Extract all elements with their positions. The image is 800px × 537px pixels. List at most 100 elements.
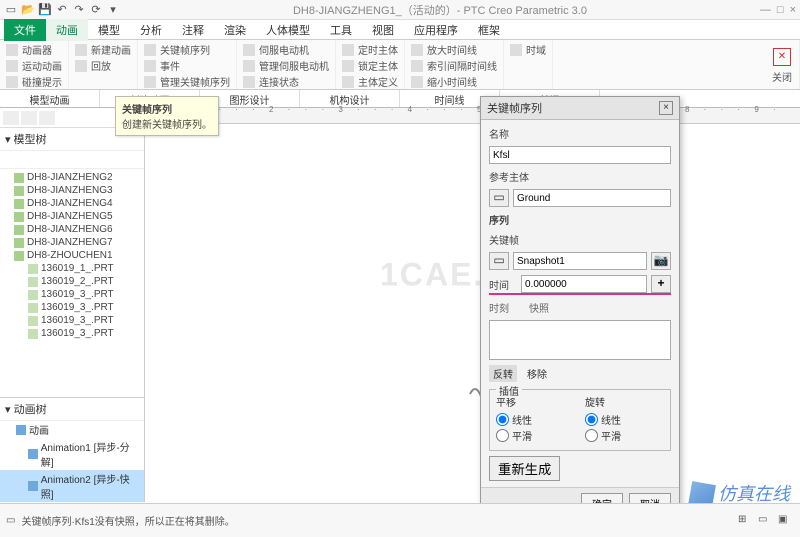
side-tb-icon[interactable] xyxy=(39,111,55,125)
snapshot-input[interactable] xyxy=(513,252,647,270)
menu-render[interactable]: 渲染 xyxy=(214,19,256,41)
rb-label[interactable]: 时域 xyxy=(526,42,546,57)
rb-label[interactable]: 关键帧序列 xyxy=(160,42,210,57)
rb-icon[interactable] xyxy=(342,60,354,72)
qat-open-icon[interactable]: 📂 xyxy=(21,3,35,17)
tree-subnode[interactable]: 136019_2_.PRT xyxy=(0,275,144,288)
canvas-body[interactable]: 1CAE.COM ⊞ 🔍 Q ▣ ⛶ xyxy=(145,124,800,502)
rb-label[interactable]: 动画器 xyxy=(22,42,52,57)
side-tb-icon[interactable] xyxy=(3,111,19,125)
rb-label[interactable]: 管理关键帧序列 xyxy=(160,74,230,89)
rb-icon[interactable] xyxy=(243,44,255,56)
ribbon-close-x-icon[interactable]: ✕ xyxy=(773,48,791,66)
model-tree[interactable]: DH8-JIANZHENG2 DH8-JIANZHENG3 DH8-JIANZH… xyxy=(0,169,144,397)
filter-icon[interactable] xyxy=(22,153,38,167)
qat-save-icon[interactable]: 💾 xyxy=(38,3,52,17)
tab-remove[interactable]: 移除 xyxy=(523,365,551,382)
rb-icon[interactable] xyxy=(144,76,156,88)
rb-icon[interactable] xyxy=(75,44,87,56)
rot-linear-radio[interactable] xyxy=(585,413,598,426)
rb-icon[interactable] xyxy=(243,76,255,88)
ref-pick-icon[interactable]: ▭ xyxy=(489,189,509,207)
rb-label[interactable]: 碰撞提示 xyxy=(22,74,62,89)
menu-app[interactable]: 应用程序 xyxy=(404,19,468,41)
rb-icon[interactable] xyxy=(144,60,156,72)
status-tool-icon[interactable]: ⊞ xyxy=(738,514,754,528)
menu-analysis[interactable]: 分析 xyxy=(130,19,172,41)
rb-label[interactable]: 管理伺服电动机 xyxy=(259,58,329,73)
keyframe-listbox[interactable] xyxy=(489,320,671,360)
rb-label[interactable]: 定时主体 xyxy=(358,42,398,57)
menu-frame[interactable]: 框架 xyxy=(468,19,510,41)
tree-node[interactable]: DH8-JIANZHENG2 xyxy=(0,171,144,184)
rb-icon[interactable] xyxy=(6,76,18,88)
rot-smooth-radio[interactable] xyxy=(585,429,598,442)
rb-label[interactable]: 运动动画 xyxy=(22,58,62,73)
name-input[interactable] xyxy=(489,146,671,164)
rb-label[interactable]: 主体定义 xyxy=(358,74,398,89)
menu-file[interactable]: 文件 xyxy=(4,19,46,41)
filter-icon[interactable] xyxy=(40,153,56,167)
subtab-model-anim[interactable]: 模型动画 xyxy=(0,90,100,107)
tree-node[interactable]: DH8-JIANZHENG6 xyxy=(0,223,144,236)
tree-node[interactable]: DH8-JIANZHENG7 xyxy=(0,236,144,249)
rb-label[interactable]: 事件 xyxy=(160,58,180,73)
rb-icon[interactable] xyxy=(411,76,423,88)
menu-view[interactable]: 视图 xyxy=(362,19,404,41)
anim-item-selected[interactable]: Animation2 [异步-快照] xyxy=(0,470,144,502)
rb-label[interactable]: 新建动画 xyxy=(91,42,131,57)
rb-icon[interactable] xyxy=(144,44,156,56)
tree-subnode[interactable]: 136019_3_.PRT xyxy=(0,327,144,340)
ref-input[interactable] xyxy=(513,189,671,207)
snapshot-pick-icon[interactable]: ▭ xyxy=(489,252,509,270)
dialog-titlebar[interactable]: 关键帧序列 × xyxy=(481,97,679,120)
rb-icon[interactable] xyxy=(510,44,522,56)
canvas[interactable]: · · · 1 · · · 2 · · · 3 · · · 4 · · · 5 … xyxy=(145,108,800,502)
menu-tools[interactable]: 工具 xyxy=(320,19,362,41)
tree-subnode[interactable]: 136019_1_.PRT xyxy=(0,262,144,275)
status-tool-icon[interactable]: ▣ xyxy=(778,514,794,528)
menu-annot[interactable]: 注释 xyxy=(172,19,214,41)
tree-subnode[interactable]: 136019_3_.PRT xyxy=(0,288,144,301)
qat-more-icon[interactable]: ▾ xyxy=(106,3,120,17)
rb-icon[interactable] xyxy=(6,60,18,72)
tree-node[interactable]: DH8-JIANZHENG4 xyxy=(0,197,144,210)
rb-label[interactable]: 伺服电动机 xyxy=(259,42,309,57)
maximize-button[interactable]: □ xyxy=(777,4,784,16)
side-tb-icon[interactable] xyxy=(21,111,37,125)
rb-label[interactable]: 连接状态 xyxy=(259,74,299,89)
rb-label[interactable]: 回放 xyxy=(91,58,111,73)
rb-label[interactable]: 缩小时间线 xyxy=(427,74,477,89)
rb-icon[interactable] xyxy=(342,44,354,56)
anim-tree[interactable]: 动画 Animation1 [异步-分解] Animation2 [异步-快照] xyxy=(0,421,144,502)
qat-refresh-icon[interactable]: ⟳ xyxy=(89,3,103,17)
minimize-button[interactable]: — xyxy=(760,4,771,16)
time-input[interactable] xyxy=(521,275,647,293)
qat-new-icon[interactable]: ▭ xyxy=(4,3,18,17)
rb-icon[interactable] xyxy=(411,60,423,72)
snapshot-capture-icon[interactable]: 📷 xyxy=(651,252,671,270)
qat-undo-icon[interactable]: ↶ xyxy=(55,3,69,17)
trans-linear-radio[interactable] xyxy=(496,413,509,426)
tree-node[interactable]: DH8-JIANZHENG3 xyxy=(0,184,144,197)
menu-manikin[interactable]: 人体模型 xyxy=(256,19,320,41)
rb-label[interactable]: 索引间隔时间线 xyxy=(427,58,497,73)
anim-root[interactable]: 动画 xyxy=(0,421,144,438)
menu-anim[interactable]: 动画 xyxy=(46,19,88,41)
rb-icon[interactable] xyxy=(75,60,87,72)
close-button[interactable]: × xyxy=(790,4,796,16)
tree-node[interactable]: DH8-ZHOUCHEN1 xyxy=(0,249,144,262)
status-tool-icon[interactable]: ▭ xyxy=(758,514,774,528)
rb-label[interactable]: 放大时间线 xyxy=(427,42,477,57)
rb-icon[interactable] xyxy=(243,60,255,72)
trans-smooth-radio[interactable] xyxy=(496,429,509,442)
menu-model[interactable]: 模型 xyxy=(88,19,130,41)
rb-icon[interactable] xyxy=(6,44,18,56)
rb-icon[interactable] xyxy=(342,76,354,88)
dialog-close-icon[interactable]: × xyxy=(659,101,673,115)
regenerate-button[interactable]: 重新生成 xyxy=(489,456,560,481)
anim-tree-head[interactable]: ▾ 动画树 xyxy=(0,397,144,421)
add-keyframe-button[interactable]: + xyxy=(651,275,671,293)
qat-redo-icon[interactable]: ↷ xyxy=(72,3,86,17)
rb-icon[interactable] xyxy=(411,44,423,56)
